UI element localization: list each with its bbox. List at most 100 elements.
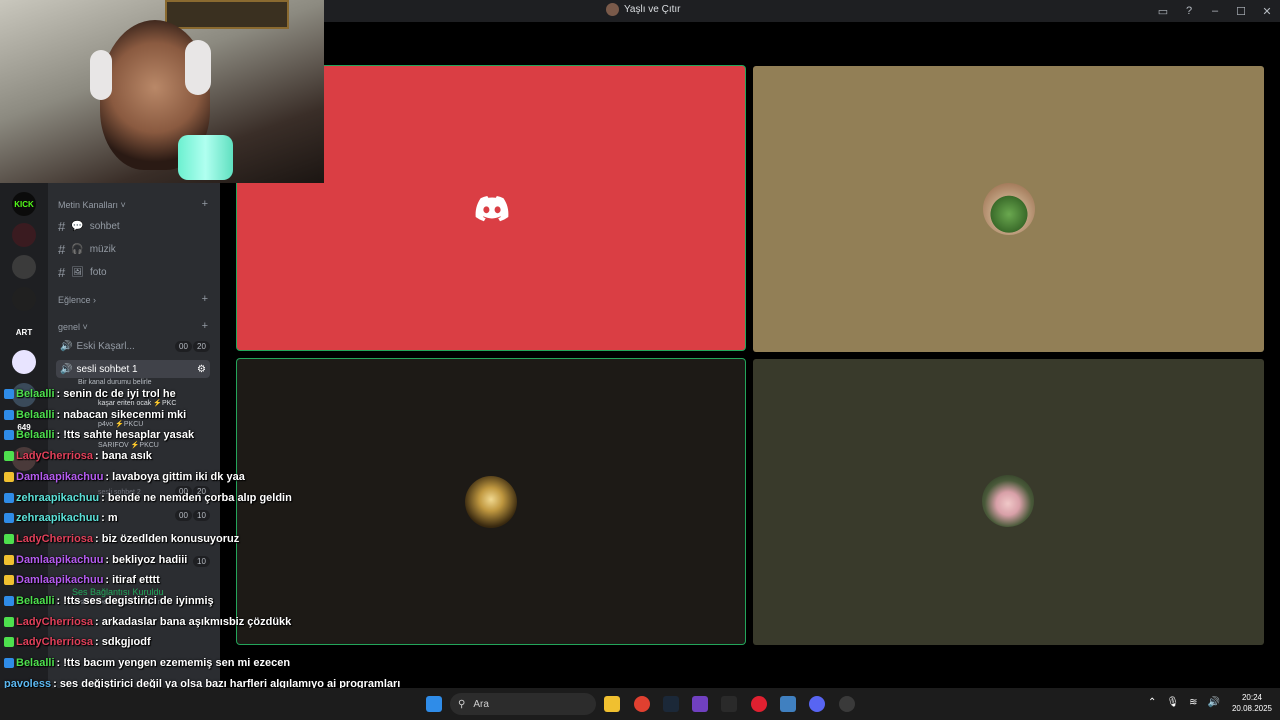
close-button[interactable]: ✕ bbox=[1254, 5, 1280, 18]
chat-username[interactable]: Belaalli bbox=[16, 388, 55, 400]
chat-message: LadyCherriosa : biz özedlden konusuyoruz bbox=[4, 533, 239, 545]
chat-username[interactable]: zehraapikachuu bbox=[16, 512, 99, 524]
voice-member[interactable]: SARIFOV ⚡PKCU bbox=[98, 441, 159, 449]
opera-icon[interactable] bbox=[751, 696, 767, 712]
time: 20:24 bbox=[1241, 693, 1262, 702]
server-icon[interactable] bbox=[12, 255, 36, 279]
chat-username[interactable]: LadyCherriosa bbox=[16, 450, 93, 462]
server-icon[interactable] bbox=[12, 287, 36, 311]
app-icon[interactable] bbox=[692, 696, 708, 712]
epic-games-icon[interactable] bbox=[721, 696, 737, 712]
obs-icon[interactable] bbox=[839, 696, 855, 712]
chat-message: LadyCherriosa : arkadaslar bana aşıkmısb… bbox=[4, 616, 291, 628]
voice-channel-active[interactable]: 🔊 sesli sohbet 1 ⚙ bbox=[56, 360, 210, 378]
windows-start-icon[interactable] bbox=[426, 696, 442, 712]
chevron-up-icon[interactable]: ⌃ bbox=[1148, 697, 1156, 708]
speaker-icon: 🔊 bbox=[60, 340, 73, 352]
channel-muzik[interactable]: # 🎧 müzik bbox=[58, 242, 116, 257]
windows-taskbar: ⚲ Ara ⌃ 🎙 ≋ 🔊 20:24 20.08.2025 bbox=[0, 688, 1280, 720]
hash-icon: # bbox=[58, 265, 66, 280]
image-icon: 🖼 bbox=[71, 267, 84, 278]
server-icon[interactable]: ART bbox=[12, 320, 36, 344]
chat-message: Belaalli : !tts sahte hesaplar yasak bbox=[4, 429, 194, 441]
category-fun[interactable]: Eğlence › bbox=[58, 295, 96, 305]
file-explorer-icon[interactable] bbox=[604, 696, 620, 712]
channel-foto[interactable]: # 🖼 foto bbox=[58, 265, 107, 280]
chat-message: Belaalli : nabacan sikecenmi mki bbox=[4, 409, 186, 421]
video-tile[interactable] bbox=[237, 359, 745, 644]
channel-sohbet[interactable]: # 💬 sohbet bbox=[58, 219, 120, 234]
server-icon[interactable]: KICK bbox=[12, 192, 36, 216]
chat-username[interactable]: Belaalli bbox=[16, 429, 55, 441]
search-placeholder: Ara bbox=[473, 698, 489, 710]
chat-badge-icon bbox=[4, 637, 14, 648]
channel-status: Bir kanal durumu belirle bbox=[78, 379, 152, 386]
video-grid bbox=[220, 22, 1280, 688]
chat-text: : itiraf etttt bbox=[105, 574, 160, 587]
hash-icon: # bbox=[58, 242, 66, 257]
taskbar-search[interactable]: ⚲ Ara bbox=[450, 693, 596, 715]
help-icon[interactable]: ? bbox=[1176, 5, 1202, 17]
chat-badge-icon bbox=[4, 554, 14, 565]
chat-username[interactable]: Damlaapikachuu bbox=[16, 471, 103, 483]
video-tile[interactable] bbox=[753, 359, 1264, 645]
window-title-text: Yaşlı ve Çıtır bbox=[624, 4, 681, 15]
add-channel-icon[interactable]: + bbox=[202, 320, 208, 332]
volume-icon[interactable]: 🔊 bbox=[1207, 697, 1219, 708]
steam-icon[interactable] bbox=[663, 696, 679, 712]
chat-text: : !tts sahte hesaplar yasak bbox=[56, 429, 195, 442]
chrome-icon[interactable] bbox=[634, 696, 650, 712]
chat-text: : biz özedlden konusuyoruz bbox=[95, 532, 240, 545]
user-count: 00 bbox=[175, 341, 192, 352]
user-limit: 20 bbox=[193, 341, 210, 352]
voice-member[interactable]: kaşar eriten ocak ⚡PKC bbox=[98, 399, 176, 407]
system-tray: ⌃ 🎙 ≋ 🔊 bbox=[1148, 697, 1220, 708]
maximize-button[interactable]: ☐ bbox=[1228, 5, 1254, 18]
chat-username[interactable]: zehraapikachuu bbox=[16, 492, 99, 504]
add-channel-icon[interactable]: + bbox=[202, 198, 208, 210]
chat-message: LadyCherriosa : bana asık bbox=[4, 450, 152, 462]
chat-text: : !tts ses degistirici de iyinmiş bbox=[56, 595, 214, 607]
discord-icon[interactable] bbox=[809, 696, 825, 712]
chat-text: : lavaboya gittim iki dk yaa bbox=[105, 470, 245, 483]
voice-member[interactable]: p4vo ⚡PKCU bbox=[98, 420, 143, 428]
server-avatar-icon bbox=[606, 3, 619, 16]
app-icon[interactable] bbox=[780, 696, 796, 712]
chat-text: : senin dc de iyi trol he bbox=[56, 388, 176, 400]
chat-badge-icon bbox=[4, 513, 14, 524]
chat-badge-icon bbox=[4, 409, 14, 420]
category-general[interactable]: genel ˅ bbox=[58, 322, 88, 332]
server-icon[interactable] bbox=[12, 350, 36, 374]
chat-username[interactable]: LadyCherriosa bbox=[16, 636, 93, 648]
chat-username[interactable]: Belaalli bbox=[16, 409, 55, 421]
video-tile[interactable] bbox=[753, 66, 1264, 352]
chat-username[interactable]: Belaalli bbox=[16, 657, 55, 669]
settings-gear-icon[interactable]: ⚙ bbox=[197, 364, 206, 375]
user-count: 00 bbox=[175, 510, 192, 521]
minimize-button[interactable]: – bbox=[1202, 5, 1228, 17]
inbox-icon[interactable]: ▭ bbox=[1150, 5, 1176, 18]
chat-username[interactable]: LadyCherriosa bbox=[16, 533, 93, 545]
chat-username[interactable]: LadyCherriosa bbox=[16, 616, 93, 628]
user-limit: 10 bbox=[193, 556, 210, 567]
server-icon[interactable] bbox=[12, 223, 36, 247]
chat-text: : nabacan sikecenmi mki bbox=[56, 408, 187, 421]
user-avatar bbox=[982, 475, 1034, 527]
chat-badge-icon bbox=[4, 471, 14, 482]
microphone-icon[interactable]: 🎙 bbox=[1166, 697, 1179, 708]
add-channel-icon[interactable]: + bbox=[202, 293, 208, 305]
chat-badge-icon bbox=[4, 430, 14, 441]
wifi-icon[interactable]: ≋ bbox=[1189, 697, 1197, 708]
chat-badge-icon bbox=[4, 389, 14, 399]
category-text-channels[interactable]: Metin Kanalları ˅ bbox=[58, 200, 126, 210]
clock[interactable]: 20:24 20.08.2025 bbox=[1232, 692, 1272, 714]
chat-username[interactable]: Damlaapikachuu bbox=[16, 554, 103, 566]
hash-icon: # bbox=[58, 219, 66, 234]
chat-message: Damlaapikachuu : itiraf etttt bbox=[4, 574, 160, 586]
chat-username[interactable]: Belaalli bbox=[16, 595, 55, 607]
chat-message: Belaalli : senin dc de iyi trol he bbox=[4, 388, 176, 400]
headphones-icon bbox=[90, 50, 112, 100]
chat-badge-icon bbox=[4, 616, 14, 627]
chat-text: : bekliyoz hadiii bbox=[105, 553, 188, 566]
chat-username[interactable]: Damlaapikachuu bbox=[16, 574, 103, 586]
